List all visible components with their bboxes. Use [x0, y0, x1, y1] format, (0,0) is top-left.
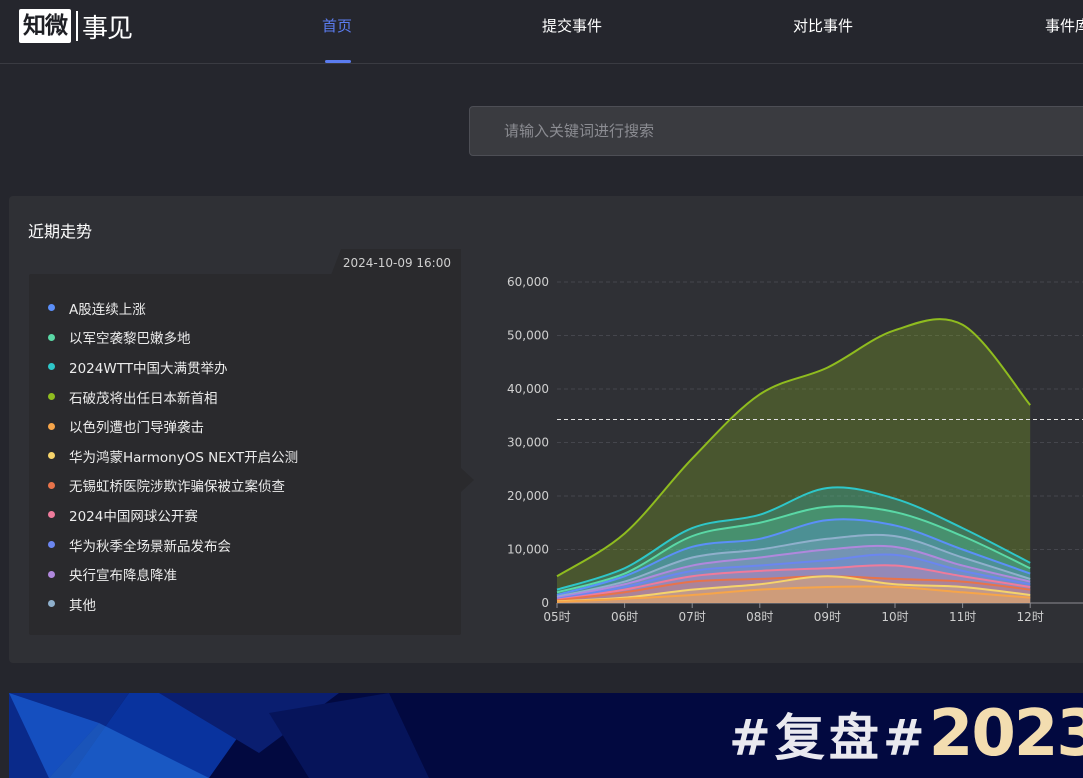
legend-dot-icon — [48, 304, 55, 312]
legend-dot-icon — [48, 333, 55, 341]
legend-label: 以色列遭也门导弹袭击 — [69, 420, 204, 437]
x-tick-label: 12时 — [1017, 610, 1044, 624]
legend-dot-icon — [48, 393, 55, 401]
recap-2023-banner[interactable]: #复盘#2023 — [9, 693, 1083, 778]
logo-divider — [76, 11, 78, 41]
legend-item: 其他 — [48, 589, 298, 619]
y-tick-label: 50,000 — [507, 329, 549, 343]
legend-dot-icon — [48, 481, 55, 489]
legend-label: 无锡虹桥医院涉欺诈骗保被立案侦查 — [69, 479, 285, 496]
x-tick-label: 07时 — [679, 610, 706, 624]
legend-label: 其他 — [69, 597, 96, 614]
tooltip-pointer — [461, 468, 474, 492]
nav-submit-event[interactable]: 提交事件 — [542, 0, 602, 64]
trend-area-chart[interactable]: 0 10,000 20,000 30,000 40,000 50,000 60,000 05时… — [500, 270, 1083, 630]
chart-tooltip: A股连续上涨以军空袭黎巴嫩多地 2024WTT中国大满贯举办 石破茂将出任日本新首相… — [29, 274, 461, 635]
legend-dot-icon — [48, 422, 55, 430]
x-tick-label: 08时 — [746, 610, 773, 624]
legend-item: 央行宣布降息降准 — [48, 559, 298, 589]
nav-active-indicator — [325, 60, 351, 63]
site-logo[interactable]: 知微 事见 — [19, 8, 133, 44]
tooltip-legend-list: A股连续上涨以军空袭黎巴嫩多地 2024WTT中国大满贯举办 石破茂将出任日本新首相… — [48, 293, 298, 619]
x-tick-label: 09时 — [814, 610, 841, 624]
legend-label: 2024中国网球公开赛 — [69, 508, 198, 525]
legend-item: 石破茂将出任日本新首相 — [48, 382, 298, 412]
tooltip-timestamp: 2024-10-09 16:00 — [331, 249, 461, 275]
y-tick-label: 10,000 — [507, 543, 549, 557]
legend-dot-icon — [48, 570, 55, 578]
legend-label: 2024WTT中国大满贯举办 — [69, 360, 228, 377]
legend-label: 以军空袭黎巴嫩多地 — [69, 331, 191, 348]
banner-title: #复盘#2023 — [729, 697, 1083, 771]
x-tick-label: 05时 — [543, 610, 570, 624]
x-tick-label: 10时 — [881, 610, 908, 624]
nav-compare-events[interactable]: 对比事件 — [793, 0, 853, 64]
legend-label: 华为秋季全场景新品发布会 — [69, 538, 231, 555]
y-tick-label: 60,000 — [507, 275, 549, 289]
legend-dot-icon — [48, 541, 55, 549]
banner-year: 2023 — [928, 697, 1083, 771]
legend-item: 2024WTT中国大满贯举办 — [48, 352, 298, 382]
nav-event-library[interactable]: 事件库 — [1045, 0, 1083, 64]
legend-label: 华为鸿蒙HarmonyOS NEXT开启公测 — [69, 449, 299, 466]
x-tick-label: 11时 — [949, 610, 976, 624]
legend-item: 华为秋季全场景新品发布会 — [48, 530, 298, 560]
legend-item: A股连续上涨 — [48, 293, 298, 323]
y-tick-label: 20,000 — [507, 489, 549, 503]
search-input[interactable] — [469, 106, 1083, 156]
legend-item: 以色列遭也门导弹袭击 — [48, 411, 298, 441]
legend-item: 以军空袭黎巴嫩多地 — [48, 323, 298, 353]
legend-dot-icon — [48, 511, 55, 519]
legend-item: 无锡虹桥医院涉欺诈骗保被立案侦查 — [48, 471, 298, 501]
logo-main-text: 知微 — [19, 9, 71, 43]
legend-dot-icon — [48, 452, 55, 460]
banner-hashtag: #复盘# — [729, 709, 929, 767]
logo-side-text: 事见 — [82, 13, 133, 44]
legend-label: 石破茂将出任日本新首相 — [69, 390, 218, 407]
top-header: 知微 事见 首页 提交事件 对比事件 事件库 — [0, 0, 1083, 64]
y-tick-label: 30,000 — [507, 436, 549, 450]
panel-title: 近期走势 — [28, 222, 93, 241]
legend-item: 2024中国网球公开赛 — [48, 500, 298, 530]
legend-label: A股连续上涨 — [69, 301, 146, 318]
y-tick-label: 0 — [541, 596, 549, 610]
x-tick-label: 06时 — [611, 610, 638, 624]
legend-dot-icon — [48, 600, 55, 608]
legend-item: 华为鸿蒙HarmonyOS NEXT开启公测 — [48, 441, 298, 471]
y-tick-label: 40,000 — [507, 382, 549, 396]
nav-home[interactable]: 首页 — [322, 0, 352, 64]
legend-label: 央行宣布降息降准 — [69, 568, 177, 585]
legend-dot-icon — [48, 363, 55, 371]
